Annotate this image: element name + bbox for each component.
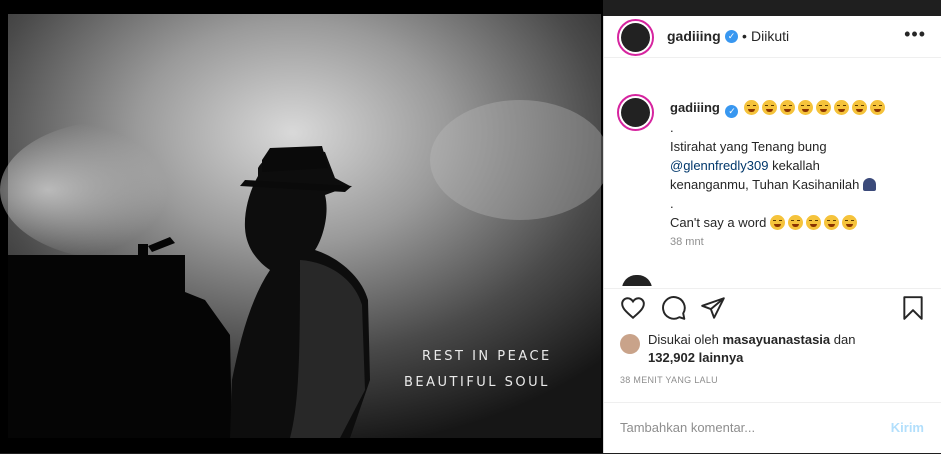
heart-icon[interactable] — [620, 295, 646, 321]
next-comment-avatar — [622, 275, 652, 286]
image-caption-line2: BEAUTIFUL SOUL — [404, 375, 550, 390]
crying-emoji-icon — [834, 100, 850, 115]
post-header: gadiiing ✓ • Diikuti ••• — [604, 16, 941, 58]
mention-link[interactable]: @glennfredly309 — [670, 158, 768, 173]
liker-username[interactable]: masayuanastasia — [722, 332, 830, 347]
caption-dot: . — [670, 120, 674, 135]
caption-dot: . — [670, 196, 674, 211]
caption-line4: Can't say a word — [670, 215, 767, 230]
crying-emoji-icon — [762, 100, 778, 115]
crying-emoji-icon — [798, 100, 814, 115]
crying-emoji-icon — [744, 100, 760, 115]
crying-emoji-icon — [870, 100, 886, 115]
caption-username[interactable]: gadiiing — [670, 100, 720, 115]
follow-status[interactable]: Diikuti — [751, 28, 789, 44]
post-image[interactable]: REST IN PEACE BEAUTIFUL SOUL — [0, 0, 603, 453]
avatar[interactable] — [621, 23, 650, 52]
post-sidebar: gadiiing ✓ • Diikuti ••• gadiiing ✓ . Is… — [603, 16, 941, 453]
verified-icon: ✓ — [725, 30, 738, 43]
liker-avatar[interactable] — [620, 334, 640, 354]
crying-emoji-icon — [824, 215, 840, 230]
likes-prefix: Disukai oleh — [648, 332, 719, 347]
praying-emoji-icon — [863, 178, 876, 191]
crying-emoji-icon — [816, 100, 832, 115]
comments-section: gadiiing ✓ . Istirahat yang Tenang bung … — [604, 58, 941, 286]
share-icon[interactable] — [700, 295, 726, 321]
comment-time[interactable]: 38 mnt — [670, 236, 704, 248]
likes-conj: dan — [833, 332, 856, 347]
more-icon[interactable]: ••• — [904, 24, 926, 45]
likes-count[interactable]: 132,902 lainnya — [648, 350, 743, 365]
crying-emoji-icon — [770, 215, 786, 230]
caption-text: gadiiing ✓ . Istirahat yang Tenang bung … — [670, 98, 920, 232]
comment-icon[interactable] — [661, 295, 687, 321]
crying-emoji-icon — [852, 100, 868, 115]
add-comment-bar: Tambahkan komentar... Kirim — [604, 402, 941, 454]
comment-input[interactable]: Tambahkan komentar... — [620, 420, 755, 435]
post-timestamp[interactable]: 38 MENIT YANG LALU — [620, 375, 718, 385]
bookmark-icon[interactable] — [900, 295, 926, 321]
caption-line1: Istirahat yang Tenang bung — [670, 139, 827, 154]
crying-emoji-icon — [806, 215, 822, 230]
separator-dot: • — [742, 28, 747, 44]
caption-line3: kenanganmu, Tuhan Kasihanilah — [670, 177, 860, 192]
crying-emoji-icon — [788, 215, 804, 230]
image-caption-line1: REST IN PEACE — [422, 349, 552, 364]
caption-line2: kekallah — [768, 158, 820, 173]
post-comment-button[interactable]: Kirim — [891, 420, 924, 435]
header-username[interactable]: gadiiing — [667, 28, 721, 44]
verified-icon: ✓ — [725, 105, 739, 118]
crying-emoji-icon — [842, 215, 858, 230]
crying-emoji-icon — [780, 100, 796, 115]
comment-avatar[interactable] — [621, 98, 650, 127]
likes-summary: Disukai oleh masayuanastasia dan 132,902… — [648, 331, 908, 367]
